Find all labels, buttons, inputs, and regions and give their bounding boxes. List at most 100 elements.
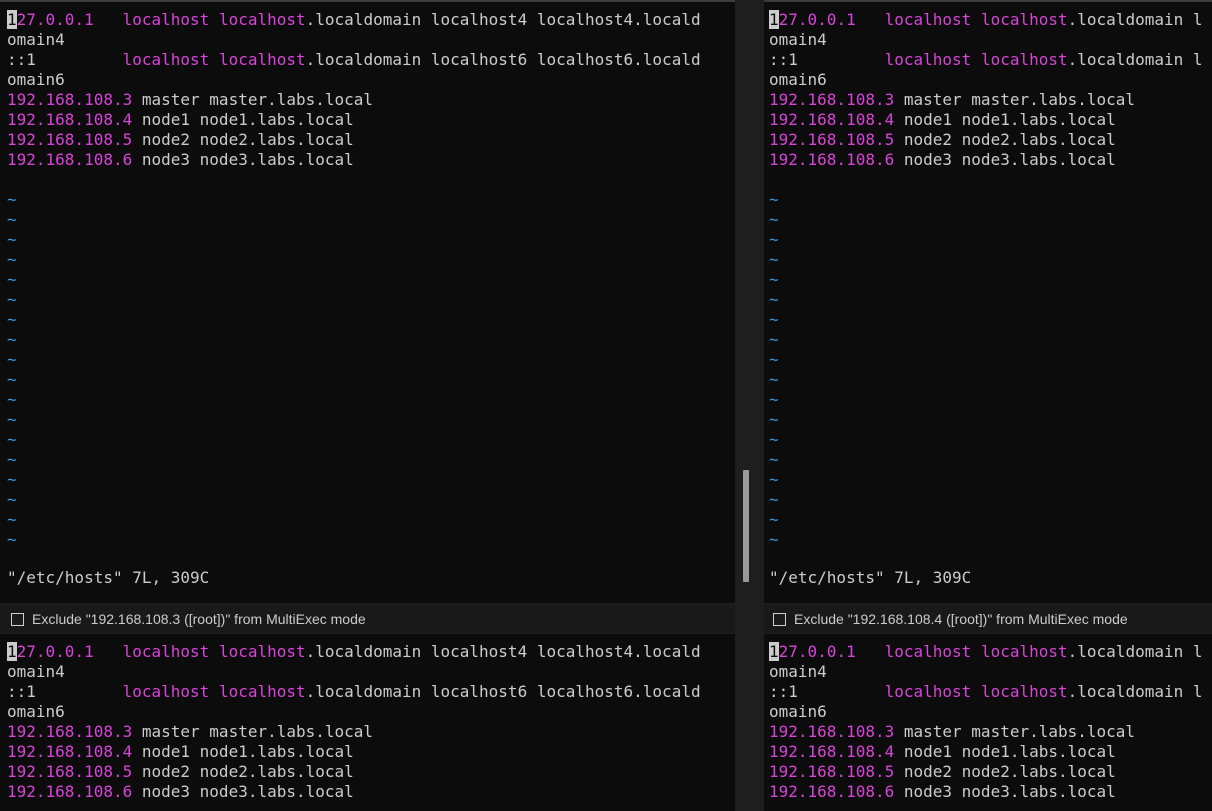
tilde-marker: ~: [7, 410, 17, 429]
terminal-text: node2 node2.labs.local: [894, 762, 1116, 781]
empty-buffer-line: ~: [7, 390, 735, 410]
terminal-text: 27.0.0.1: [16, 10, 94, 29]
terminal-line: 192.168.108.3 master master.labs.local: [7, 722, 735, 742]
terminal-line: 127.0.0.1 localhost localhost.localdomai…: [769, 10, 1212, 30]
terminal-text: 27.0.0.1: [16, 642, 94, 661]
terminal-line: omain4: [769, 30, 1212, 50]
tilde-marker: ~: [7, 190, 17, 209]
terminal-text: master master.labs.local: [132, 722, 374, 741]
terminal-line: ::1 localhost localhost.localdomain l: [769, 50, 1212, 70]
empty-buffer-line: ~: [7, 510, 735, 530]
terminal-text: ::1: [769, 50, 798, 69]
tilde-marker: ~: [769, 490, 779, 509]
terminal-text: localhost localhost: [884, 642, 1068, 661]
terminal-pane-node2[interactable]: 127.0.0.1 localhost localhost.localdomai…: [0, 634, 735, 811]
terminal-text: .localdomain localhost4 localhost4.local…: [305, 10, 701, 29]
terminal-text: 192.168.108.3: [7, 90, 133, 109]
tilde-marker: ~: [769, 290, 779, 309]
exclude-multiexec-checkbox[interactable]: [773, 612, 786, 626]
empty-buffer-line: ~: [7, 530, 735, 550]
terminal-line: omain6: [769, 702, 1212, 722]
empty-buffer-line: ~: [769, 530, 1212, 550]
tilde-marker: ~: [769, 510, 779, 529]
terminal-text: .localdomain localhost4 localhost4.local…: [305, 642, 701, 661]
empty-buffer-line: ~: [769, 190, 1212, 210]
tilde-marker: ~: [7, 250, 17, 269]
terminal-line: ::1 localhost localhost.localdomain l: [769, 682, 1212, 702]
tilde-marker: ~: [7, 490, 17, 509]
terminal-text: master master.labs.local: [132, 90, 374, 109]
tilde-marker: ~: [7, 390, 17, 409]
terminal-line: 192.168.108.5 node2 node2.labs.local: [7, 762, 735, 782]
terminal-text: node3 node3.labs.local: [132, 782, 354, 801]
terminal-pane-master[interactable]: 127.0.0.1 localhost localhost.localdomai…: [0, 2, 749, 603]
tilde-marker: ~: [7, 310, 17, 329]
terminal-line: 192.168.108.4 node1 node1.labs.local: [7, 742, 735, 762]
empty-buffer-line: ~: [769, 250, 1212, 270]
terminal-pane-node3[interactable]: 127.0.0.1 localhost localhost.localdomai…: [764, 634, 1212, 811]
terminal-text: 192.168.108.5: [769, 130, 895, 149]
terminal-pane-node1[interactable]: 127.0.0.1 localhost localhost.localdomai…: [764, 2, 1212, 603]
terminal-text-area: 127.0.0.1 localhost localhost.localdomai…: [769, 10, 1212, 603]
terminal-text: localhost localhost: [884, 682, 1068, 701]
terminal-text: 27.0.0.1: [778, 10, 856, 29]
empty-buffer-line: ~: [7, 270, 735, 290]
terminal-line: omain4: [7, 30, 735, 50]
empty-buffer-line: ~: [769, 330, 1212, 350]
empty-buffer-line: ~: [7, 330, 735, 350]
terminal-text: master master.labs.local: [894, 722, 1136, 741]
terminal-text-area: 127.0.0.1 localhost localhost.localdomai…: [769, 642, 1212, 811]
terminal-text: omain4: [7, 662, 65, 681]
terminal-text: node1 node1.labs.local: [132, 742, 354, 761]
text-cursor: 1: [7, 10, 17, 29]
tilde-marker: ~: [769, 390, 779, 409]
tilde-marker: ~: [769, 370, 779, 389]
exclude-multiexec-label: Exclude "192.168.108.3 ([root])" from Mu…: [32, 611, 366, 627]
tilde-marker: ~: [769, 330, 779, 349]
exclude-multiexec-checkbox[interactable]: [11, 612, 24, 626]
terminal-text: master master.labs.local: [894, 90, 1136, 109]
terminal-text: .localdomain l: [1067, 642, 1203, 661]
terminal-text: 192.168.108.6: [769, 150, 895, 169]
terminal-line: 192.168.108.6 node3 node3.labs.local: [769, 782, 1212, 802]
terminal-text: node1 node1.labs.local: [894, 742, 1116, 761]
tilde-marker: ~: [769, 430, 779, 449]
tilde-marker: ~: [769, 350, 779, 369]
terminal-text: 192.168.108.5: [769, 762, 895, 781]
empty-buffer-line: ~: [769, 390, 1212, 410]
tilde-marker: ~: [7, 330, 17, 349]
terminal-line: 127.0.0.1 localhost localhost.localdomai…: [769, 642, 1212, 662]
terminal-text: 192.168.108.3: [769, 722, 895, 741]
terminal-text: omain6: [769, 702, 827, 721]
empty-buffer-line: ~: [769, 350, 1212, 370]
terminal-line: ::1 localhost localhost.localdomain loca…: [7, 50, 735, 70]
empty-buffer-line: ~: [7, 490, 735, 510]
terminal-line: 192.168.108.4 node1 node1.labs.local: [7, 110, 735, 130]
terminal-text: 192.168.108.6: [7, 150, 133, 169]
tilde-marker: ~: [769, 310, 779, 329]
tilde-marker: ~: [769, 450, 779, 469]
terminal-text: localhost localhost: [122, 642, 306, 661]
terminal-text: .localdomain localhost6 localhost6.local…: [305, 682, 701, 701]
terminal-text: localhost localhost: [122, 50, 306, 69]
terminal-text: node2 node2.labs.local: [894, 130, 1116, 149]
terminal-text: omain6: [7, 702, 65, 721]
terminal-text: 192.168.108.5: [7, 130, 133, 149]
terminal-line: 192.168.108.4 node1 node1.labs.local: [769, 110, 1212, 130]
empty-buffer-line: ~: [769, 430, 1212, 450]
terminal-text: localhost localhost: [122, 10, 306, 29]
empty-buffer-line: ~: [769, 450, 1212, 470]
empty-buffer-line: ~: [7, 350, 735, 370]
terminal-line: 192.168.108.6 node3 node3.labs.local: [769, 150, 1212, 170]
tilde-marker: ~: [7, 470, 17, 489]
tilde-marker: ~: [7, 530, 17, 549]
terminal-text: 192.168.108.4: [769, 110, 895, 129]
terminal-text: ::1: [7, 50, 36, 69]
terminal-line: omain6: [7, 702, 735, 722]
